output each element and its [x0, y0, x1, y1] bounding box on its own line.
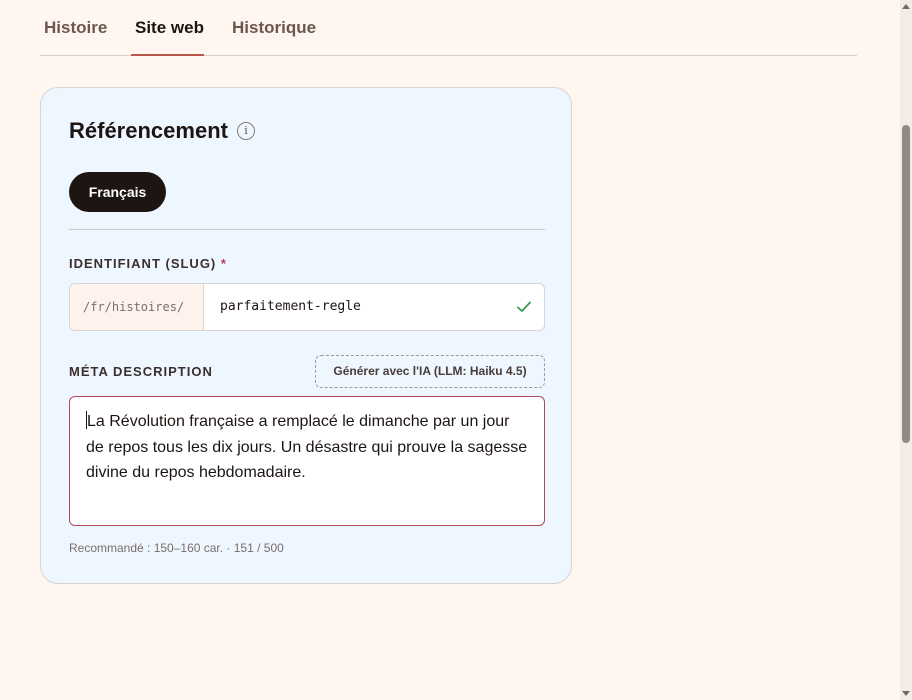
- slug-label: IDENTIFIANT (SLUG) *: [69, 256, 227, 271]
- scrollbar-thumb[interactable]: [902, 125, 910, 443]
- meta-description-textarea[interactable]: La Révolution française a remplacé le di…: [69, 396, 545, 526]
- seo-card: Référencement i Français IDENTIFIANT (SL…: [40, 87, 572, 584]
- language-pill-francais[interactable]: Français: [69, 172, 166, 212]
- slug-label-text: IDENTIFIANT (SLUG): [69, 256, 217, 271]
- check-icon: [517, 301, 531, 312]
- tab-historique[interactable]: Historique: [232, 18, 316, 38]
- seo-title: Référencement: [69, 118, 228, 143]
- scroll-down-arrow-icon[interactable]: [902, 691, 910, 696]
- tab-site-web[interactable]: Site web: [135, 18, 204, 38]
- character-counter: Recommandé : 150–160 car. · 151 / 500: [69, 541, 284, 555]
- tab-histoire[interactable]: Histoire: [44, 18, 107, 38]
- divider: [69, 229, 545, 230]
- slug-input[interactable]: parfaitement-regle: [220, 284, 361, 330]
- active-tab-indicator: [131, 54, 204, 56]
- meta-description-label: MÉTA DESCRIPTION: [69, 364, 213, 379]
- scroll-up-arrow-icon[interactable]: [902, 4, 910, 9]
- info-icon[interactable]: i: [237, 122, 255, 140]
- required-mark: *: [220, 256, 227, 271]
- scrollbar[interactable]: [900, 0, 912, 700]
- tab-bar: Histoire Site web Historique: [40, 0, 857, 56]
- meta-description-text: La Révolution française a remplacé le di…: [86, 413, 528, 481]
- generate-ai-button[interactable]: Générer avec l'IA (LLM: Haiku 4.5): [315, 355, 545, 388]
- slug-field[interactable]: /fr/histoires/ parfaitement-regle: [69, 283, 545, 331]
- slug-prefix: /fr/histoires/: [70, 284, 204, 330]
